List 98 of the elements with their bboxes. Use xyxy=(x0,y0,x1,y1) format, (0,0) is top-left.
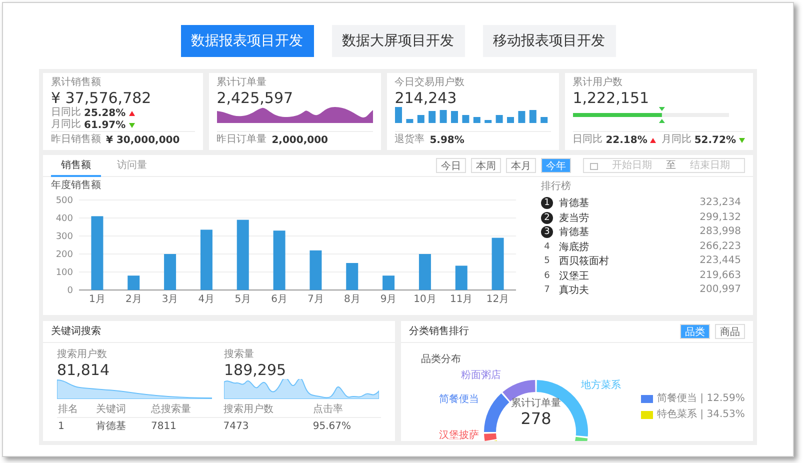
stat-label: 日同比 xyxy=(51,107,81,118)
chart-title: 年度销售额 xyxy=(51,180,102,192)
donut-label: 简餐便当 xyxy=(439,394,479,405)
stat-value: 52.72% xyxy=(694,134,736,146)
footer-value: 5.98% xyxy=(430,134,464,146)
card-value: 2,425,597 xyxy=(216,89,294,107)
metric-label: 搜索量 xyxy=(224,349,255,361)
toggle-button[interactable]: 商品 xyxy=(715,324,745,339)
metric-value: 81,814 xyxy=(57,361,110,379)
card-title: 累计用户数 xyxy=(572,77,624,89)
stat-label: 月同比 xyxy=(51,119,81,131)
table-cell: 肯德基 xyxy=(94,418,150,434)
axis-label: 3月 xyxy=(162,294,178,305)
rank-value: 283,998 xyxy=(700,226,741,238)
range-button[interactable]: 本周 xyxy=(471,158,501,173)
rank-number: 5 xyxy=(543,255,551,268)
center-value: 278 xyxy=(520,409,552,428)
date-separator: 至 xyxy=(666,160,676,172)
stat-value: 25.28% xyxy=(84,108,126,118)
rank-number: 3 xyxy=(541,226,553,238)
card-title: 今日交易用户数 xyxy=(394,77,466,89)
rank-name: 肯德基 xyxy=(559,226,590,240)
card-title: 累计销售额 xyxy=(51,77,102,89)
axis-label: 500 xyxy=(56,196,73,206)
rank-name: 真功夫 xyxy=(559,284,590,298)
panel-tab[interactable]: 销售额 xyxy=(51,155,101,176)
rank-name: 肯德基 xyxy=(559,196,590,210)
panel-title: 关键词搜索 xyxy=(51,326,101,338)
donut-label: 粉面粥店 xyxy=(461,370,501,381)
rank-number: 4 xyxy=(543,240,551,253)
axis-label: 2月 xyxy=(125,294,142,305)
column-header: 关键词 xyxy=(94,401,150,418)
card-title: 累计订单量 xyxy=(216,77,268,89)
center-label: 累计订单量 xyxy=(511,398,561,409)
rank-value: 200,997 xyxy=(700,284,741,296)
date-range-field[interactable]: 开始日期 至 结束日期 xyxy=(583,158,745,173)
rank-value: 223,445 xyxy=(700,255,741,268)
rank-name: 海底捞 xyxy=(559,240,590,254)
top-tab[interactable]: 移动报表项目开发 xyxy=(482,25,616,57)
panel-title: 分类销售排行 xyxy=(409,326,470,338)
stat-value: 22.18% xyxy=(606,134,648,146)
axis-label: 11月 xyxy=(450,294,473,305)
footer-label: 退货率 xyxy=(394,134,425,146)
table-cell: 95.67% xyxy=(312,418,381,434)
rank-name: 西贝筱面村 xyxy=(559,254,610,268)
donut-label: 地方菜系 xyxy=(581,380,621,391)
top-tab[interactable]: 数据报表项目开发 xyxy=(180,25,314,57)
axis-label: 4月 xyxy=(198,294,215,305)
axis-label: 1月 xyxy=(89,294,106,305)
axis-label: 400 xyxy=(56,214,73,224)
legend-label: 特色菜系 | 34.53% xyxy=(657,409,745,421)
donut-label: 汉堡披萨 xyxy=(439,430,479,441)
footer-value: 2,000,000 xyxy=(272,134,328,146)
axis-label: 7月 xyxy=(308,294,324,305)
chart-subtitle: 品类分布 xyxy=(421,354,461,365)
footer-label: 昨日订单量 xyxy=(216,134,267,146)
rank-number: 1 xyxy=(541,197,553,210)
table-cell: 7811 xyxy=(150,418,222,434)
ranking-title: 排行榜 xyxy=(541,181,572,193)
metric-label: 搜索用户数 xyxy=(57,349,108,361)
axis-label: 300 xyxy=(56,232,73,242)
axis-label: 0 xyxy=(67,286,73,296)
axis-label: 8月 xyxy=(344,294,360,305)
card-value: 214,243 xyxy=(394,89,458,107)
rank-value: 219,663 xyxy=(700,270,741,282)
rank-value: 323,234 xyxy=(700,197,741,210)
column-header: 搜索用户数 xyxy=(222,401,312,418)
stat-label: 月同比 xyxy=(661,134,692,146)
axis-label: 6月 xyxy=(271,294,288,305)
column-header: 排名 xyxy=(57,401,95,418)
metric-value: 189,295 xyxy=(224,361,288,379)
column-header: 点击率 xyxy=(312,401,381,418)
range-button[interactable]: 今日 xyxy=(436,158,466,173)
stat-label: 日同比 xyxy=(572,134,603,146)
footer-label: 昨日销售额 xyxy=(51,134,101,146)
axis-label: 100 xyxy=(56,268,73,278)
axis-label: 200 xyxy=(56,250,73,260)
top-tab[interactable]: 数据大屏项目开发 xyxy=(332,25,464,57)
footer-value: ¥ 30,000,000 xyxy=(106,134,180,146)
rank-name: 汉堡王 xyxy=(559,270,590,283)
rank-number: 7 xyxy=(543,284,551,296)
stat-value: 61.97% xyxy=(84,120,126,130)
rank-value: 299,132 xyxy=(700,212,741,224)
axis-label: 5月 xyxy=(234,294,252,305)
rank-name: 麦当劳 xyxy=(559,212,590,225)
axis-label: 12月 xyxy=(486,294,510,305)
column-header: 总搜索量 xyxy=(150,401,222,418)
table-cell: 1 xyxy=(57,418,95,434)
rank-value: 266,223 xyxy=(700,240,741,253)
range-button[interactable]: 本月 xyxy=(506,158,536,173)
rank-number: 2 xyxy=(541,212,553,224)
table-cell: 7473 xyxy=(222,418,312,434)
axis-label: 10月 xyxy=(414,294,436,305)
axis-label: 9月 xyxy=(380,294,397,305)
card-value: 1,222,151 xyxy=(572,89,650,107)
card-value: ¥ 37,576,782 xyxy=(51,89,152,107)
legend-label: 简餐便当 | 12.59% xyxy=(657,393,745,405)
rank-number: 6 xyxy=(543,270,551,282)
